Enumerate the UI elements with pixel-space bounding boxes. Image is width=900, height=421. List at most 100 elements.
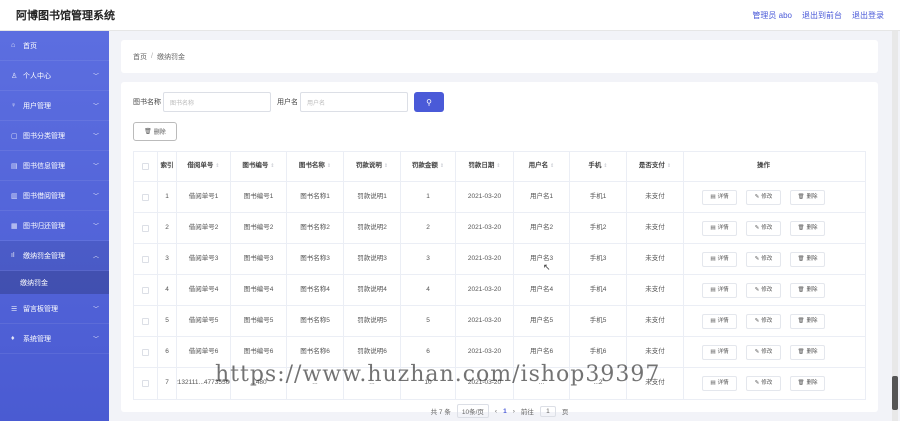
page-scrollbar[interactable]	[892, 31, 898, 421]
detail-button[interactable]: ▤ 详情	[702, 313, 737, 329]
sidebar-item-0[interactable]: ⌂ 首页	[0, 31, 109, 61]
sort-icon[interactable]: ⇕	[550, 163, 554, 169]
prev-page-button[interactable]: ‹	[495, 408, 497, 415]
main-content: 首页 / 缴纳罚金 图书名称 图书名称 用户名 用户名 ⚲ 🗑 删除 索引 借阅单…	[121, 40, 878, 418]
delete-button[interactable]: 🗑 删除	[790, 282, 825, 298]
column-header-label: 手机	[588, 162, 602, 170]
page-size-select[interactable]: 10条/页	[456, 404, 489, 418]
detail-button[interactable]: ▤ 详情	[702, 189, 737, 205]
sort-icon[interactable]: ⇕	[215, 163, 219, 169]
detail-button[interactable]: ▤ 详情	[702, 376, 737, 391]
table-cell: 手机5	[570, 306, 627, 336]
row-checkbox[interactable]	[142, 380, 149, 387]
batch-delete-button[interactable]: 🗑 删除	[133, 122, 177, 141]
row-checkbox[interactable]	[142, 255, 149, 263]
next-page-button[interactable]: ›	[513, 408, 515, 415]
sidebar-item-a0[interactable]: ☰ 留言板管理 ﹀	[0, 294, 109, 324]
logout-link[interactable]: 退出登录	[852, 10, 884, 21]
back-to-frontend-link[interactable]: 退出到前台	[802, 10, 842, 21]
breadcrumb-home[interactable]: 首页	[133, 52, 147, 62]
edit-button[interactable]: ✎ 修改	[746, 344, 781, 360]
detail-button[interactable]: ▤ 详情	[702, 251, 737, 267]
scrollbar-thumb[interactable]	[892, 376, 898, 410]
row-select-cell	[134, 337, 158, 367]
sidebar-item-5[interactable]: ▥ 图书借阅管理 ﹀	[0, 181, 109, 211]
column-header-label: 罚款金额	[411, 162, 438, 170]
delete-button[interactable]: 🗑 删除	[790, 251, 825, 267]
trash-icon: 🗑	[144, 129, 152, 135]
search-icon: ⚲	[426, 97, 432, 107]
select-all-checkbox[interactable]	[142, 163, 149, 170]
edit-button[interactable]: ✎ 修改	[746, 282, 781, 298]
sidebar-subitem-pay-fine[interactable]: 缴纳罚金	[0, 271, 109, 294]
table-cell: 借阅单号2	[177, 213, 231, 243]
row-checkbox[interactable]	[142, 348, 149, 356]
edit-button[interactable]: ✎ 修改	[746, 220, 781, 236]
sidebar-item-6[interactable]: ▦ 图书归还管理 ﹀	[0, 211, 109, 241]
search-button[interactable]: ⚲	[414, 92, 444, 112]
sort-icon[interactable]: ⇕	[603, 163, 607, 169]
edit-button[interactable]: ✎ 修改	[746, 189, 781, 205]
edit-button[interactable]: ✎ 修改	[746, 313, 781, 329]
row-checkbox[interactable]	[142, 286, 149, 294]
table-cell: 2	[401, 213, 456, 243]
delete-button[interactable]: 🗑 删除	[790, 189, 825, 205]
row-select-cell	[134, 182, 158, 212]
sort-icon[interactable]: ⇕	[327, 163, 331, 169]
row-checkbox[interactable]	[142, 193, 149, 201]
chevron-down-icon: ﹀	[92, 337, 99, 343]
trash-icon: 🗑	[797, 348, 805, 355]
table-cell: 未支付	[627, 244, 684, 274]
sidebar-item-2[interactable]: ♀ 用户管理 ﹀	[0, 91, 109, 121]
username-label: 用户名	[277, 99, 298, 106]
sort-icon[interactable]: ⇕	[667, 163, 671, 169]
book-name-input[interactable]: 图书名称	[163, 92, 271, 112]
detail-button[interactable]: ▤ 详情	[702, 282, 737, 298]
actions-cell: ▤ 详情 ✎ 修改 🗑 删除	[684, 368, 843, 399]
delete-button[interactable]: 🗑 删除	[790, 376, 825, 391]
column-header[interactable]: 罚款说明 ⇕	[344, 152, 401, 181]
table-cell: 未支付	[627, 275, 684, 305]
goto-page-input[interactable]: 1	[539, 405, 556, 417]
sort-icon[interactable]: ⇕	[384, 163, 388, 169]
sidebar-item-1[interactable]: ♙ 个人中心 ﹀	[0, 61, 109, 91]
sidebar-item-3[interactable]: ▢ 图书分类管理 ﹀	[0, 121, 109, 151]
chevron-down-icon: ﹀	[92, 194, 99, 200]
detail-button[interactable]: ▤ 详情	[702, 344, 737, 360]
sidebar-item-7[interactable]: ıl 缴纳罚金管理 ︿	[0, 241, 109, 271]
sidebar-item-a1[interactable]: ♦ 系统管理 ﹀	[0, 324, 109, 354]
column-header-label: 图书名称	[298, 162, 325, 170]
column-header[interactable]: 手机 ⇕	[570, 152, 627, 181]
sidebar-item-4[interactable]: ▤ 图书信息管理 ﹀	[0, 151, 109, 181]
delete-button[interactable]: 🗑 删除	[790, 220, 825, 236]
detail-button-label: 详情	[717, 286, 729, 293]
sort-icon[interactable]: ⇕	[440, 163, 444, 169]
chevron-down-icon: ﹀	[92, 224, 99, 230]
column-header[interactable]: 罚款日期 ⇕	[456, 152, 514, 181]
edit-button[interactable]: ✎ 修改	[746, 376, 781, 391]
sort-icon[interactable]: ⇕	[496, 163, 500, 169]
column-header[interactable]: 罚款金额 ⇕	[401, 152, 456, 181]
column-header[interactable]: 借阅单号 ⇕	[177, 152, 231, 181]
column-header[interactable]: 图书编号 ⇕	[231, 152, 287, 181]
column-header[interactable]: 用户名 ⇕	[514, 152, 570, 181]
total-count: 共 7 条	[430, 409, 451, 416]
detail-button[interactable]: ▤ 详情	[702, 220, 737, 236]
delete-button[interactable]: 🗑 删除	[790, 313, 825, 329]
detail-icon: ▤	[710, 317, 716, 324]
username-input[interactable]: 用户名	[300, 92, 408, 112]
edit-button[interactable]: ✎ 修改	[746, 251, 781, 267]
row-checkbox[interactable]	[142, 224, 149, 232]
chevron-up-icon: ︿	[92, 254, 99, 260]
column-header[interactable]: 是否支付 ⇕	[627, 152, 684, 181]
sort-icon[interactable]: ⇕	[270, 163, 274, 169]
column-header[interactable]: 图书名称 ⇕	[287, 152, 344, 181]
actions-cell: ▤ 详情 ✎ 修改 🗑 删除	[684, 337, 843, 367]
admin-user-link[interactable]: 管理员 abo	[752, 10, 792, 21]
edit-icon: ✎	[754, 224, 760, 231]
current-page[interactable]: 1	[503, 408, 507, 415]
book-info-icon: ▤	[11, 162, 18, 170]
delete-button[interactable]: 🗑 删除	[790, 344, 825, 360]
row-checkbox[interactable]	[142, 317, 149, 325]
actions-cell: ▤ 详情 ✎ 修改 🗑 删除	[684, 244, 843, 274]
